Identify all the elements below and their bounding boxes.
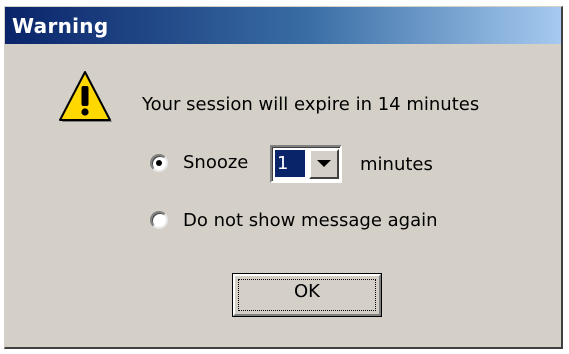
radio-selected-dot	[156, 160, 162, 166]
ok-button[interactable]: OK	[232, 273, 382, 317]
snooze-minutes-select[interactable]: 1	[270, 145, 342, 183]
title-bar[interactable]: Warning	[5, 7, 561, 44]
chevron-down-icon	[317, 160, 331, 167]
dropdown-button[interactable]	[309, 149, 339, 179]
warning-dialog: Warning Your session will expire in 14 m…	[4, 6, 563, 349]
snooze-radio[interactable]	[150, 154, 168, 172]
minutes-label: minutes	[360, 154, 433, 175]
expiry-message: Your session will expire in 14 minutes	[142, 94, 480, 115]
dialog-title: Warning	[12, 14, 109, 38]
snooze-minutes-value[interactable]: 1	[275, 150, 305, 177]
warning-icon	[57, 69, 113, 125]
dont-show-radio[interactable]	[150, 211, 168, 229]
dont-show-label[interactable]: Do not show message again	[183, 210, 438, 231]
snooze-label[interactable]: Snooze	[183, 152, 248, 173]
ok-button-label: OK	[294, 281, 320, 302]
select-frame: 1	[272, 147, 340, 181]
